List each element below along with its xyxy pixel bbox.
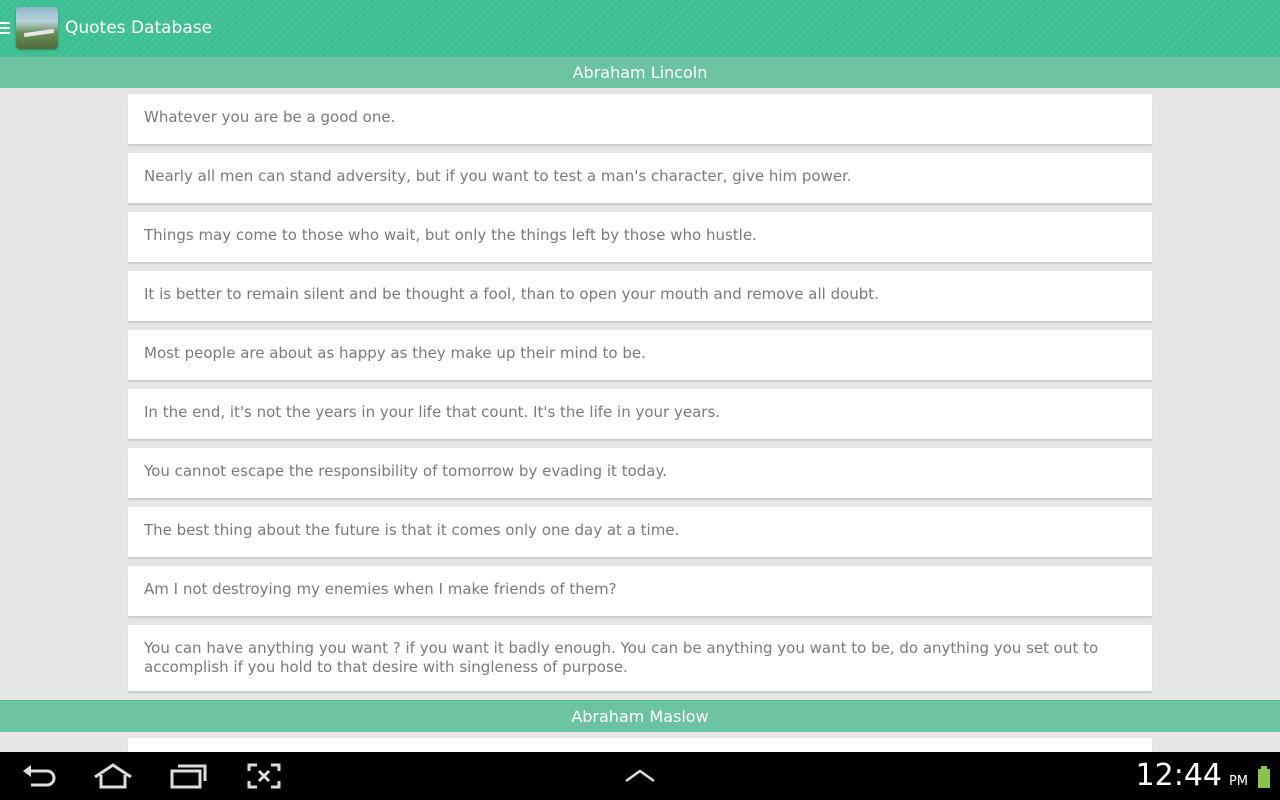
quote-card[interactable] <box>128 738 1152 752</box>
quote-card[interactable]: You can have anything you want ? if you … <box>128 625 1152 691</box>
quote-card[interactable]: Things may come to those who wait, but o… <box>128 212 1152 262</box>
chevron-up-icon[interactable] <box>622 762 658 790</box>
quote-list <box>0 732 1280 752</box>
quote-card[interactable]: It is better to remain silent and be tho… <box>128 271 1152 321</box>
menu-icon[interactable] <box>0 22 10 34</box>
clock-ampm: PM <box>1228 774 1248 789</box>
app-title: Quotes Database <box>65 18 213 38</box>
clock-time: 12:44 <box>1135 758 1222 793</box>
quote-card[interactable]: Am I not destroying my enemies when I ma… <box>128 566 1152 616</box>
quote-scroll-area[interactable]: Abraham Lincoln Whatever you are be a goo… <box>0 56 1280 752</box>
quote-card[interactable]: The best thing about the future is that … <box>128 507 1152 557</box>
system-nav-bar: 12:44 PM <box>0 752 1280 800</box>
section-header-author: Abraham Lincoln <box>0 56 1280 88</box>
quote-card[interactable]: You cannot escape the responsibility of … <box>128 448 1152 498</box>
recent-apps-icon[interactable] <box>168 762 208 790</box>
quote-card[interactable]: Most people are about as happy as they m… <box>128 330 1152 380</box>
quote-list: Whatever you are be a good one. Nearly al… <box>0 88 1280 691</box>
battery-icon <box>1258 766 1270 788</box>
home-icon[interactable] <box>91 762 135 790</box>
section-header-author: Abraham Maslow <box>0 700 1280 732</box>
app-bar: Quotes Database <box>0 0 1280 56</box>
app-logo[interactable] <box>16 7 58 49</box>
quote-card[interactable]: Whatever you are be a good one. <box>128 94 1152 144</box>
quote-card[interactable]: Nearly all men can stand adversity, but … <box>128 153 1152 203</box>
back-icon[interactable] <box>20 762 58 790</box>
screenshot-icon[interactable] <box>246 762 282 790</box>
quote-card[interactable]: In the end, it's not the years in your l… <box>128 389 1152 439</box>
